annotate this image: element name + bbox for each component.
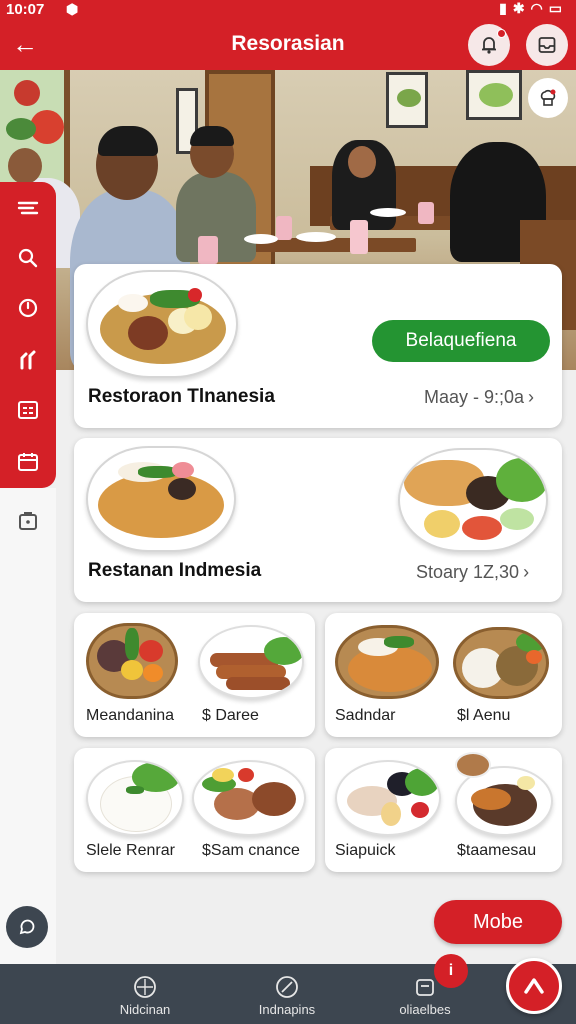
menu-item-name: Sadndar bbox=[335, 707, 396, 724]
status-time: 10:07 bbox=[6, 1, 45, 18]
menu-item-price: $taamesau bbox=[457, 842, 537, 859]
menu-dish-image bbox=[335, 625, 439, 699]
status-bar: 10:07 ⬢ ▮✱◠▭ bbox=[0, 0, 576, 20]
bell-icon bbox=[482, 37, 496, 54]
up-chevron-icon bbox=[524, 978, 544, 994]
clock-icon bbox=[18, 298, 38, 318]
menu-item-card[interactable]: Slele Renrar $Sam cnance bbox=[74, 748, 315, 872]
menu-item-price: $Sam cnance bbox=[202, 842, 300, 859]
scroll-top-button[interactable] bbox=[506, 958, 562, 1014]
featured-dish-image bbox=[86, 446, 236, 552]
reserve-button[interactable]: Belaquefiena bbox=[372, 320, 550, 362]
nav-item-indnapins[interactable]: Indnapins bbox=[232, 970, 342, 1020]
route-icon bbox=[20, 350, 36, 370]
chat-icon bbox=[19, 919, 35, 935]
menu-card-icon bbox=[18, 401, 38, 419]
featured-restaurant-card[interactable]: Restanan Indmesia Stoary 1Z,30 › bbox=[74, 438, 562, 602]
restaurant-hours-text: Maay - 9:;0a bbox=[424, 387, 525, 407]
chat-button[interactable] bbox=[6, 906, 48, 948]
rail-filter-button[interactable] bbox=[10, 190, 46, 226]
hero-picture-frame bbox=[466, 70, 522, 120]
menu-dish-image bbox=[192, 760, 306, 836]
leaf-icon bbox=[276, 976, 298, 998]
menu-item-name: Meandanina bbox=[86, 707, 175, 724]
chef-hat-icon bbox=[540, 89, 556, 106]
restaurant-name: Restanan Indmesia bbox=[88, 560, 262, 581]
rail-search-button[interactable] bbox=[10, 240, 46, 276]
menu-item-card[interactable]: Meandanina $ Daree bbox=[74, 613, 315, 737]
nav-item-nidcinan[interactable]: Nidcinan bbox=[90, 970, 200, 1020]
side-rail-lower bbox=[0, 488, 56, 964]
side-rail bbox=[0, 182, 56, 488]
chevron-right-icon: › bbox=[528, 387, 535, 407]
nav-label: Indnapins bbox=[258, 1002, 316, 1017]
restaurant-name: Restoraon Tlnanesia bbox=[88, 386, 275, 407]
rail-menu-card-button[interactable] bbox=[10, 392, 46, 428]
nav-label: oliaelbes bbox=[399, 1002, 451, 1017]
app-bar: ← Resorasian bbox=[0, 20, 576, 70]
search-icon bbox=[18, 248, 38, 268]
menu-item-name: Slele Renrar bbox=[86, 842, 175, 859]
notification-badge bbox=[497, 29, 506, 38]
menu-dish-image bbox=[86, 623, 178, 699]
info-badge[interactable]: i bbox=[434, 954, 468, 988]
menu-item-card[interactable]: Siapuick $taamesau bbox=[325, 748, 562, 872]
compass-icon bbox=[134, 976, 156, 998]
menu-item-name: Siapuick bbox=[335, 842, 396, 859]
status-settings-icon: ⬢ bbox=[66, 1, 79, 17]
hero-diner-head bbox=[348, 146, 376, 178]
wifi-icon: ◠ bbox=[530, 0, 549, 16]
menu-item-price: $l Aenu bbox=[457, 707, 511, 724]
restaurant-hours: Stoary 1Z,30 › bbox=[416, 562, 529, 583]
rail-route-button[interactable] bbox=[10, 342, 46, 378]
menu-item-price: $ Daree bbox=[202, 707, 259, 724]
rail-bag-button[interactable] bbox=[10, 502, 46, 538]
restaurant-hours-text: Stoary 1Z,30 bbox=[416, 562, 520, 582]
menu-dish-image bbox=[335, 760, 441, 836]
menu-dish-image bbox=[198, 625, 304, 699]
menu-sauce-bowl bbox=[455, 752, 491, 778]
restaurant-hours: Maay - 9:;0a › bbox=[424, 387, 534, 408]
status-icons: ▮✱◠▭ bbox=[499, 0, 568, 17]
battery-icon: ▭ bbox=[548, 0, 568, 16]
menu-item-card[interactable]: Sadndar $l Aenu bbox=[325, 613, 562, 737]
calendar-icon bbox=[18, 453, 38, 471]
bluetooth-icon: ✱ bbox=[512, 0, 531, 16]
notifications-button[interactable] bbox=[468, 24, 510, 66]
rail-calendar-button[interactable] bbox=[10, 444, 46, 480]
hero-chef-button[interactable] bbox=[528, 78, 568, 118]
menu-dish-image bbox=[453, 627, 549, 699]
filter-icon bbox=[17, 201, 39, 215]
inbox-icon bbox=[538, 37, 556, 53]
hero-diner-head bbox=[8, 148, 42, 184]
signal-icon: ▮ bbox=[499, 0, 513, 16]
inbox-button[interactable] bbox=[526, 24, 568, 66]
featured-dish-image bbox=[86, 270, 238, 378]
nav-label: Nidcinan bbox=[119, 1002, 171, 1017]
rail-clock-button[interactable] bbox=[10, 290, 46, 326]
bag-icon bbox=[19, 512, 37, 530]
hero-picture-frame bbox=[386, 72, 428, 128]
chevron-right-icon: › bbox=[523, 562, 530, 582]
bottom-navigation: Nidcinan Indnapins oliaelbes bbox=[0, 964, 576, 1024]
store-icon bbox=[416, 979, 434, 996]
featured-dish-image bbox=[398, 448, 548, 552]
featured-restaurant-card[interactable]: Belaquefiena Restoraon Tlnanesia Maay - … bbox=[74, 264, 562, 428]
more-button[interactable]: Mobe bbox=[434, 900, 562, 944]
menu-dish-image bbox=[86, 760, 184, 836]
